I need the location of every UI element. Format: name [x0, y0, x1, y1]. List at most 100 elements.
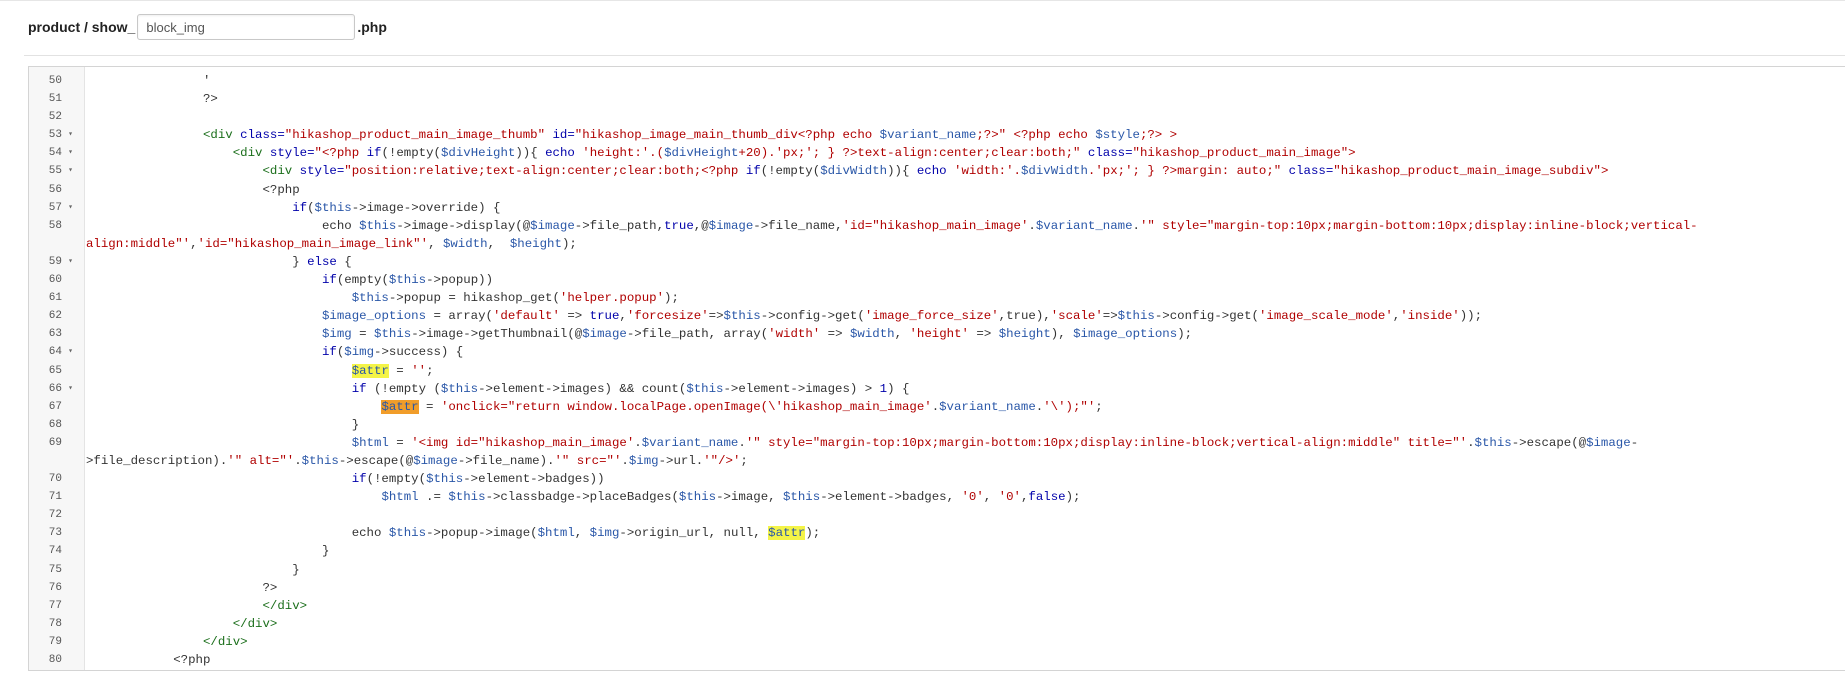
- line-number: 68: [48, 418, 62, 431]
- code-line[interactable]: 68 }: [29, 416, 1845, 434]
- line-number: 52: [48, 111, 62, 124]
- line-number: 65: [48, 364, 62, 377]
- code-line[interactable]: 51 ?>: [29, 90, 1845, 108]
- code-text: $this->popup = hikashop_get('helper.popu…: [351, 291, 679, 306]
- code-line[interactable]: 60 if(empty($this->popup)): [29, 271, 1845, 289]
- line-number: 67: [48, 400, 62, 413]
- code-line[interactable]: 73 echo $this->popup->image($html, $img-…: [29, 524, 1845, 542]
- code-line[interactable]: 54 ▾ <div style="<?php if(!empty($divHeig…: [29, 144, 1845, 162]
- line-number: 61: [48, 292, 62, 305]
- code-text: ​: [84, 506, 1845, 524]
- code-line[interactable]: 58 echo $this->image->display(@$image->f…: [29, 217, 1845, 253]
- code-text: $attr = '';: [351, 363, 434, 378]
- code-line[interactable]: 75 }: [29, 561, 1845, 579]
- code-line[interactable]: 72 ​: [29, 506, 1845, 524]
- line-number: 60: [48, 274, 62, 287]
- line-number: 63: [48, 328, 62, 341]
- code-text: <div class="hikashop_product_main_image_…: [202, 128, 1178, 143]
- code-line[interactable]: 56 <?php: [29, 181, 1845, 199]
- code-text: echo $this->popup->image($html, $img->or…: [351, 526, 821, 541]
- code-line[interactable]: 78 </div>: [29, 615, 1845, 633]
- fold-arrow-icon[interactable]: ▾: [68, 162, 73, 180]
- path-prefix: product / show_: [28, 19, 136, 35]
- code-text: </div>: [232, 616, 278, 631]
- code-text: $html .= $this->classbadge->placeBadges(…: [381, 490, 1081, 505]
- line-number: 55 ▾: [29, 162, 84, 180]
- filename-input[interactable]: [137, 14, 356, 40]
- code-text: </div>: [202, 634, 248, 649]
- code-text: if($this->image->override) {: [292, 200, 501, 215]
- code-line[interactable]: 67 $attr = 'onclick="return window.local…: [29, 398, 1845, 416]
- line-number: 73: [48, 527, 62, 540]
- code-line[interactable]: 74 }: [29, 542, 1845, 560]
- line-number: 75: [48, 563, 62, 576]
- code-line[interactable]: 61 $this->popup = hikashop_get('helper.p…: [29, 289, 1845, 307]
- code-line[interactable]: 50 ': [29, 72, 1845, 90]
- fold-arrow-icon[interactable]: ▾: [68, 253, 73, 271]
- fold-arrow-icon[interactable]: ▾: [68, 199, 73, 217]
- code-line[interactable]: 65 $attr = '';: [29, 362, 1845, 380]
- code-line[interactable]: 63 $img = $this->image->getThumbnail(@$i…: [29, 325, 1845, 343]
- line-number: 69: [48, 436, 62, 449]
- code-line[interactable]: 71 $html .= $this->classbadge->placeBadg…: [29, 488, 1845, 506]
- code-line[interactable]: 57 ▾ if($this->image->override) {: [29, 199, 1845, 217]
- code-lines[interactable]: 50 '51 ?>52​53▾ <div class="hikashop_pro…: [29, 72, 1845, 669]
- code-line[interactable]: 64 ▾ if($img->success) {: [29, 343, 1845, 361]
- code-text: }: [292, 562, 300, 577]
- code-line[interactable]: 76 ?>: [29, 579, 1845, 597]
- line-number: 57 ▾: [29, 199, 84, 217]
- code-line[interactable]: 52 ​: [29, 108, 1845, 126]
- fold-arrow-icon[interactable]: ▾: [68, 144, 73, 162]
- line-number: 76: [48, 581, 62, 594]
- file-path-header: product / show_ .php: [28, 12, 387, 42]
- code-text: if(empty($this->popup)): [321, 273, 493, 288]
- code-line[interactable]: 62 $image_options = array('default' => t…: [29, 307, 1845, 325]
- line-number: 51: [48, 93, 62, 106]
- code-text: if($img->success) {: [321, 345, 464, 360]
- line-number: 80: [48, 654, 62, 666]
- code-line[interactable]: 55 ▾ <div style="position:relative;text-a…: [29, 162, 1845, 180]
- line-number: 56: [48, 183, 62, 196]
- code-editor[interactable]: 50 '51 ?>52​53▾ <div class="hikashop_pro…: [28, 66, 1845, 671]
- code-line[interactable]: 59 ▾ } else {: [29, 253, 1845, 271]
- code-line[interactable]: 77 </div>: [29, 597, 1845, 615]
- code-line[interactable]: 80 <?php: [29, 651, 1845, 669]
- code-text: $image_options = array('default' => true…: [321, 309, 1483, 324]
- code-line[interactable]: 70 if(!empty($this->element->badges)): [29, 470, 1845, 488]
- code-line[interactable]: 53 ▾ <div class="hikashop_product_main_im…: [29, 126, 1845, 144]
- code-text: $img = $this->image->getThumbnail(@$imag…: [321, 327, 1193, 342]
- code-text: }: [321, 544, 330, 559]
- code-text: }: [351, 417, 360, 432]
- code-text: </div>: [262, 598, 308, 613]
- line-number: 74: [48, 545, 62, 558]
- fold-arrow-icon[interactable]: ▾: [68, 343, 73, 361]
- path-suffix: .php: [357, 19, 387, 35]
- code-line[interactable]: 69 $html = '<img id="hikashop_main_image…: [29, 434, 1845, 470]
- code-text: ': [202, 74, 211, 88]
- line-number: 70: [48, 473, 62, 486]
- line-number: 62: [48, 310, 62, 323]
- line-number: 50: [48, 75, 62, 87]
- fold-arrow-icon[interactable]: ▾: [68, 380, 73, 398]
- line-number: 53 ▾: [29, 126, 84, 144]
- code-text: $attr = 'onclick="return window.localPag…: [381, 399, 1103, 414]
- line-number: 66 ▾: [29, 380, 84, 398]
- line-number: 54 ▾: [29, 144, 84, 162]
- line-number: 72: [48, 509, 62, 522]
- fold-arrow-icon[interactable]: ▾: [68, 126, 73, 144]
- header-divider: [24, 55, 1845, 56]
- code-text: <div style="position:relative;text-align…: [262, 164, 1609, 179]
- line-number: 58: [48, 219, 62, 232]
- code-text: <div style="<?php if(!empty($divHeight))…: [232, 146, 1356, 161]
- code-line[interactable]: 66 ▾ if (!empty ($this->element->images) …: [29, 380, 1845, 398]
- code-text: if(!empty($this->element->badges)): [351, 472, 605, 487]
- code-text: ?>: [262, 580, 278, 595]
- line-number: 59 ▾: [29, 253, 84, 271]
- line-number: 79: [48, 635, 62, 648]
- code-line[interactable]: 79 </div>: [29, 633, 1845, 651]
- code-text: $html = '<img id="hikashop_main_image'.$…: [86, 435, 1639, 468]
- code-text: } else {: [292, 254, 352, 269]
- code-text: <?php: [173, 653, 211, 667]
- code-text: <?php: [262, 182, 300, 197]
- top-divider: [0, 0, 1845, 1]
